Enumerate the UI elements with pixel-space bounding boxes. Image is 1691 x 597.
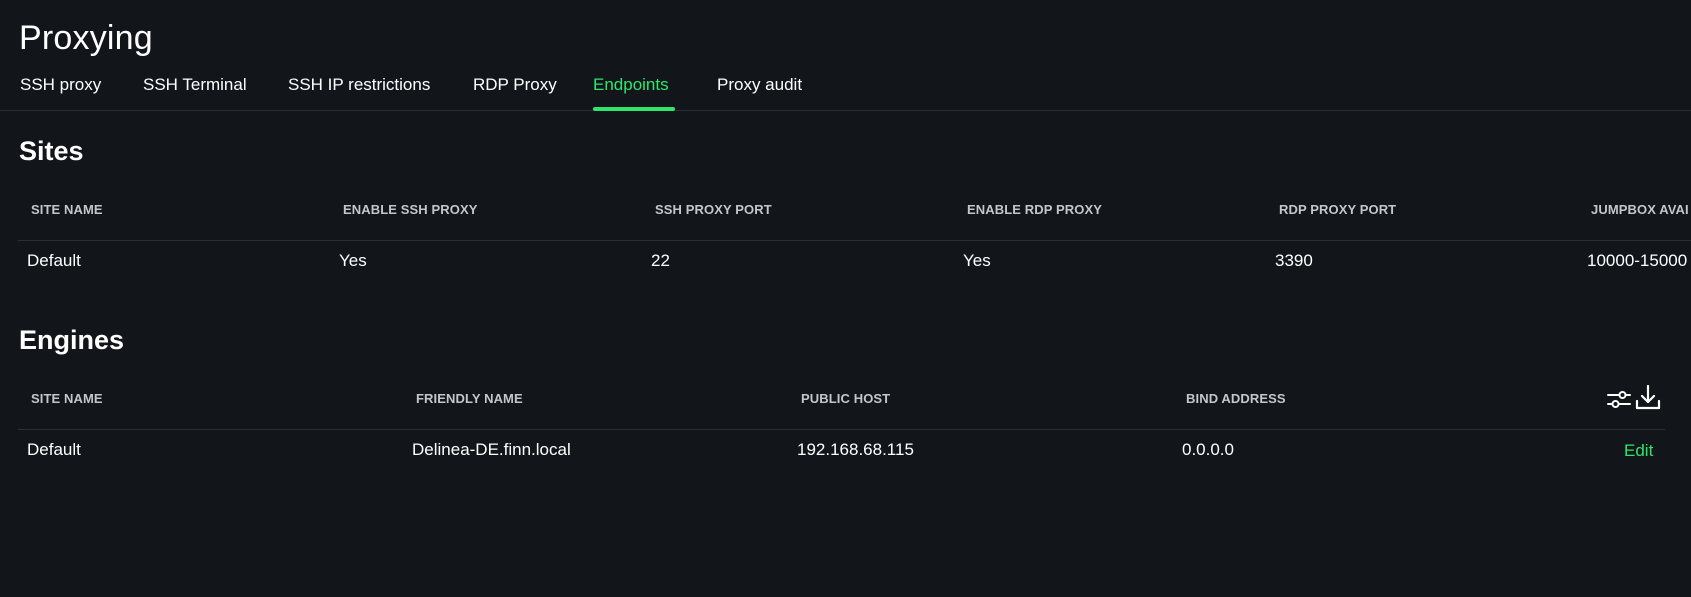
sites-section-title: Sites	[19, 136, 84, 166]
tab-ssh-proxy[interactable]: SSH proxy	[20, 70, 101, 110]
cell-public-host: 192.168.68.115	[797, 440, 914, 459]
column-header-site-name[interactable]: SITE NAME	[31, 391, 103, 407]
proxying-page: Proxying SSH proxy SSH Terminal SSH IP r…	[0, 0, 1691, 597]
tab-proxy-audit[interactable]: Proxy audit	[717, 70, 802, 110]
column-header-site-name[interactable]: SITE NAME	[31, 202, 103, 218]
tab-rdp-proxy[interactable]: RDP Proxy	[473, 70, 557, 110]
engines-header-divider	[18, 429, 1665, 430]
edit-link[interactable]: Edit	[1624, 440, 1653, 462]
cell-jumpbox-available: 10000-15000	[1587, 251, 1688, 270]
column-header-enable-rdp-proxy[interactable]: ENABLE RDP PROXY	[967, 202, 1102, 218]
engines-section-title: Engines	[19, 325, 125, 355]
column-header-public-host[interactable]: PUBLIC HOST	[801, 391, 890, 407]
page-title: Proxying	[19, 19, 153, 57]
cell-ssh-proxy-port: 22	[651, 251, 670, 270]
column-header-bind-address[interactable]: BIND ADDRESS	[1186, 391, 1286, 407]
tab-endpoints[interactable]: Endpoints	[593, 70, 675, 111]
cell-enable-rdp-proxy: Yes	[963, 251, 991, 270]
column-header-friendly-name[interactable]: FRIENDLY NAME	[416, 391, 523, 407]
tab-bar: SSH proxy SSH Terminal SSH IP restrictio…	[0, 70, 1691, 111]
column-header-enable-ssh-proxy[interactable]: ENABLE SSH PROXY	[343, 202, 478, 218]
cell-friendly-name: Delinea-DE.finn.local	[412, 440, 571, 459]
column-header-ssh-proxy-port[interactable]: SSH PROXY PORT	[655, 202, 772, 218]
column-header-jumpbox-available[interactable]: JUMPBOX AVAI	[1591, 202, 1689, 218]
cell-site-name: Default	[27, 440, 81, 459]
cell-site-name: Default	[27, 251, 81, 270]
sites-header-divider	[18, 240, 1691, 241]
tab-ssh-terminal[interactable]: SSH Terminal	[143, 70, 247, 110]
cell-enable-ssh-proxy: Yes	[339, 251, 367, 270]
filter-sliders-icon[interactable]	[1606, 386, 1632, 412]
column-header-rdp-proxy-port[interactable]: RDP PROXY PORT	[1279, 202, 1396, 218]
cell-rdp-proxy-port: 3390	[1275, 251, 1313, 270]
cell-bind-address: 0.0.0.0	[1182, 440, 1234, 459]
download-icon[interactable]	[1635, 384, 1661, 410]
tab-ssh-ip-restrictions[interactable]: SSH IP restrictions	[288, 70, 430, 110]
